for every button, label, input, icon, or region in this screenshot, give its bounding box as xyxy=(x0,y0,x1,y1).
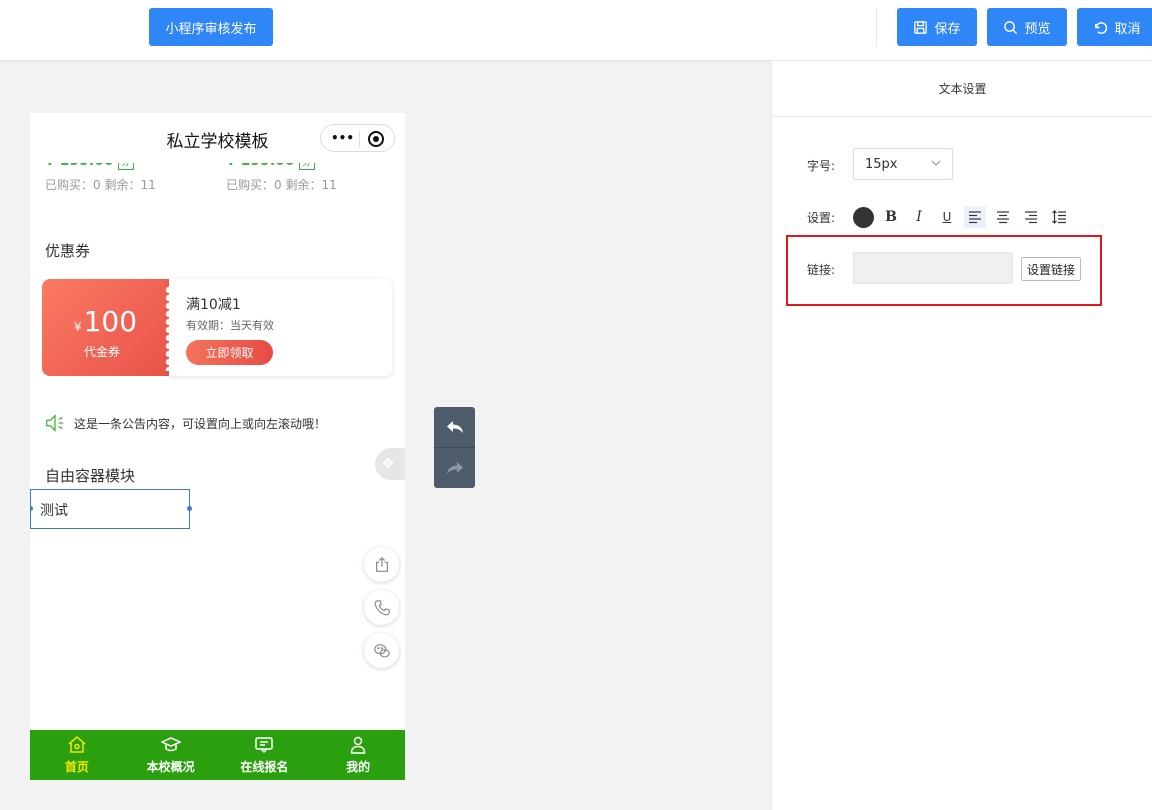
graduation-cap-icon xyxy=(160,737,181,752)
user-icon xyxy=(350,736,366,754)
coupon-amount-value: 100 xyxy=(83,305,138,338)
tab-label: 在线报名 xyxy=(240,760,289,774)
align-right-button[interactable] xyxy=(1020,206,1042,228)
align-center-icon xyxy=(997,211,1009,224)
font-size-value: 15px xyxy=(865,157,898,172)
bold-button[interactable]: B xyxy=(880,206,902,228)
product-stock: 已购买：0 剩余：11 xyxy=(45,178,156,192)
align-left-icon xyxy=(969,211,981,224)
cancel-label: 取消 xyxy=(1114,21,1141,37)
miniprogram-capsule[interactable]: ••• xyxy=(320,124,395,152)
line-height-icon xyxy=(1052,210,1066,224)
capsule-divider xyxy=(359,131,360,147)
preview-button[interactable]: 预览 xyxy=(987,8,1067,46)
align-center-button[interactable] xyxy=(992,206,1014,228)
chevron-down-icon xyxy=(931,160,941,166)
home-icon xyxy=(68,736,86,753)
search-icon xyxy=(1004,20,1018,34)
close-target-icon[interactable] xyxy=(368,131,384,147)
notice-bar: 这是一条公告内容，可设置向上或向左滚动哦！ xyxy=(44,411,394,435)
coupon-validity: 有效期：当天有效 xyxy=(186,319,274,332)
more-icon[interactable]: ••• xyxy=(331,131,354,145)
settings-label: 设置: xyxy=(807,211,836,225)
speaker-icon xyxy=(46,414,64,432)
coupon-info: 满10减1 有效期：当天有效 立即领取 xyxy=(169,279,392,376)
notice-text: 这是一条公告内容，可设置向上或向左滚动哦！ xyxy=(74,416,327,431)
tab-mine[interactable]: 我的 xyxy=(311,730,405,780)
wechat-button[interactable] xyxy=(364,633,399,668)
link-label: 链接: xyxy=(807,263,836,277)
phone-icon xyxy=(374,599,390,615)
tab-label: 首页 xyxy=(64,760,89,774)
free-text-content: 测试 xyxy=(40,503,68,519)
font-size-label: 字号: xyxy=(807,159,836,173)
free-container-title: 自由容器模块 xyxy=(45,467,136,485)
coupon-title: 满10减1 xyxy=(186,297,241,313)
product-stock: 已购买：0 剩余：11 xyxy=(226,178,337,192)
share-button[interactable] xyxy=(364,547,399,582)
tab-label: 本校概况 xyxy=(146,760,195,774)
text-settings-panel: 文本设置 字号: 15px 设置: B I U 链接: 设置链接 xyxy=(771,61,1152,810)
resize-handle-left[interactable] xyxy=(30,506,33,511)
coupon-card[interactable]: ¥100 代金券 满10减1 有效期：当天有效 立即领取 xyxy=(42,279,392,376)
italic-button[interactable]: I xyxy=(908,206,930,228)
claim-coupon-button[interactable]: 立即领取 xyxy=(186,340,273,365)
undo-button[interactable] xyxy=(434,407,475,447)
tab-school-overview[interactable]: 本校概况 xyxy=(124,730,218,780)
coupon-amount: ¥100 xyxy=(42,305,169,338)
align-right-icon xyxy=(1025,211,1037,224)
phone-navbar: 私立学校模板 ••• xyxy=(30,113,405,163)
text-color-picker[interactable] xyxy=(853,206,874,228)
preview-label: 预览 xyxy=(1024,21,1051,37)
tab-online-signup[interactable]: 在线报名 xyxy=(218,730,312,780)
toolbar-divider xyxy=(876,8,877,46)
publish-button[interactable]: 小程序审核发布 xyxy=(149,8,273,46)
align-left-button[interactable] xyxy=(964,206,986,228)
coupon-value-block: ¥100 代金券 xyxy=(42,279,169,376)
call-button[interactable] xyxy=(364,590,399,625)
redo-button[interactable] xyxy=(434,448,475,488)
message-icon xyxy=(255,737,274,754)
save-label: 保存 xyxy=(934,21,961,37)
line-height-button[interactable] xyxy=(1048,206,1070,228)
undo-icon xyxy=(1095,21,1108,34)
move-icon: ✥ xyxy=(382,456,394,472)
format-toolbar: B I U xyxy=(853,205,1070,229)
currency-symbol: ¥ xyxy=(73,320,82,334)
wechat-icon xyxy=(373,643,390,657)
link-input[interactable] xyxy=(853,252,1013,284)
save-button[interactable]: 保存 xyxy=(897,8,977,46)
underline-button[interactable]: U xyxy=(936,206,958,228)
tab-label: 我的 xyxy=(346,760,371,774)
drag-handle[interactable]: ✥ xyxy=(375,448,405,480)
coupon-section-title: 优惠券 xyxy=(45,242,91,260)
resize-handle-right[interactable] xyxy=(187,506,192,511)
free-text-element[interactable]: 测试 xyxy=(30,489,192,529)
panel-title: 文本设置 xyxy=(772,61,1152,117)
phone-preview: 私立学校模板 ••• ¥ 199.00券 已购买：0 剩余：11 ¥ 199.0… xyxy=(30,113,405,780)
redo-arrow-icon xyxy=(446,462,463,474)
undo-arrow-icon xyxy=(446,421,463,433)
bottom-tabbar: 首页 本校概况 在线报名 我的 xyxy=(30,730,405,780)
tab-home[interactable]: 首页 xyxy=(30,730,124,780)
share-icon xyxy=(375,556,388,572)
top-toolbar: 小程序审核发布 保存 预览 取消 xyxy=(0,0,1152,61)
font-size-select[interactable]: 15px xyxy=(853,148,953,180)
save-icon xyxy=(914,20,928,34)
coupon-type: 代金券 xyxy=(83,345,120,359)
undo-redo-toolbar xyxy=(434,407,475,488)
cancel-button[interactable]: 取消 xyxy=(1077,8,1152,46)
set-link-button[interactable]: 设置链接 xyxy=(1021,257,1081,281)
